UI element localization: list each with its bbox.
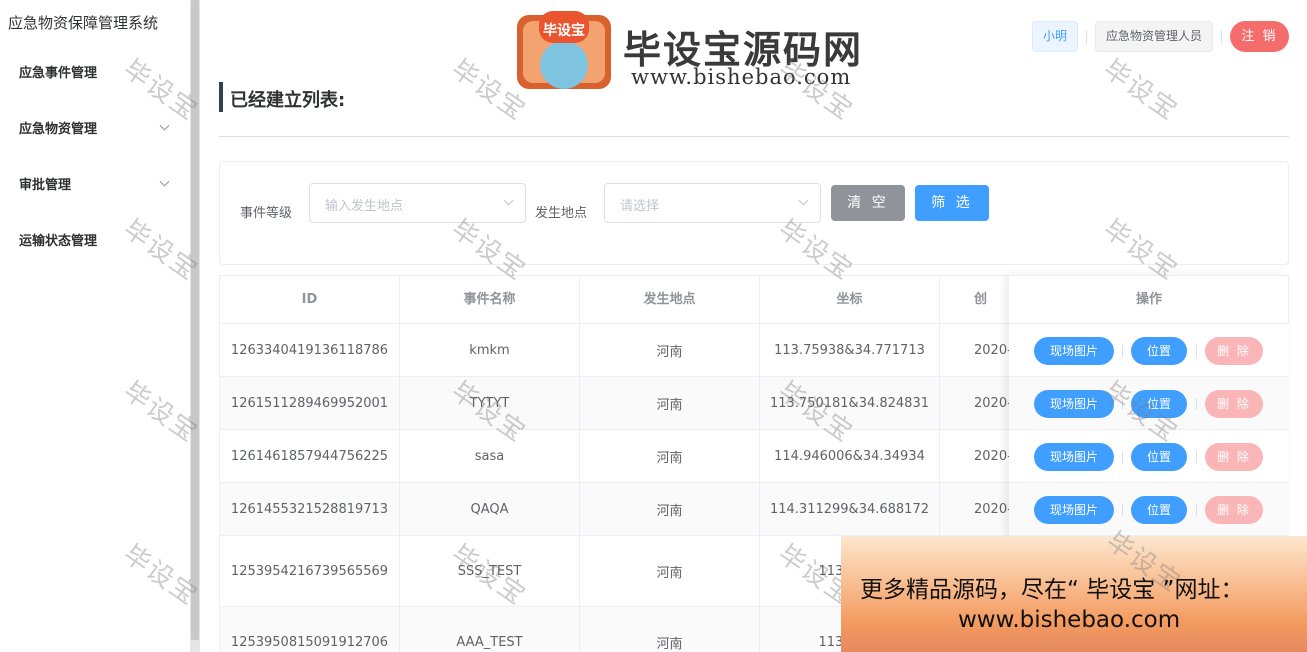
level-select[interactable]: 输入发生地点 (309, 183, 526, 223)
location-label: 发生地点 (535, 206, 588, 221)
photo-button[interactable]: 现场图片 (1034, 443, 1114, 471)
column-header-name[interactable]: 事件名称 (400, 276, 580, 324)
header-divider (1221, 30, 1222, 44)
cell-coords: 113.750181&34.824831 (760, 377, 940, 429)
cell-id: 1261455321528819713 (220, 483, 400, 535)
photo-button[interactable]: 现场图片 (1034, 390, 1114, 418)
clear-button[interactable]: 清 空 (831, 185, 905, 221)
cell-location: 河南 (580, 536, 760, 606)
cell-location: 河南 (580, 377, 760, 429)
column-header-id[interactable]: ID (220, 276, 400, 324)
divider (1122, 398, 1123, 410)
divider (1122, 504, 1123, 516)
role-tag: 应急物资管理人员 (1095, 21, 1214, 52)
cell-name: sasa (400, 430, 580, 482)
delete-button[interactable]: 删 除 (1205, 443, 1263, 471)
filter-button[interactable]: 筛 选 (915, 185, 989, 221)
cell-location: 河南 (580, 607, 760, 652)
cell-id: 1253954216739565569 (220, 536, 400, 606)
cell-id: 1253950815091912706 (220, 607, 400, 652)
chevron-down-icon (159, 176, 170, 187)
sidebar: 应急物资保障管理系统 应急事件管理 应急物资管理 审批管理 运输状态管理 (0, 0, 190, 652)
logo-badge-icon: 毕设宝 (517, 11, 611, 89)
divider (1196, 398, 1197, 410)
scrollbar-thumb[interactable] (191, 0, 199, 640)
sidebar-item-transport-status[interactable]: 运输状态管理 (0, 211, 190, 267)
app-title: 应急物资保障管理系统 (8, 14, 159, 32)
ops-row: 现场图片 位置 删 除 (1009, 483, 1289, 536)
site-logo: 毕设宝 毕设宝源码网 www.bishebao.com (515, 5, 895, 101)
user-name-tag[interactable]: 小明 (1032, 21, 1079, 52)
promo-banner: 毕设宝 更多精品源码，尽在“ 毕设宝 ”网址： www.bishebao.com (841, 526, 1307, 652)
column-header-coords[interactable]: 坐标 (760, 276, 940, 324)
promo-text: 更多精品源码，尽在“ 毕设宝 ”网址： (860, 577, 1244, 603)
ops-row: 现场图片 位置 删 除 (1009, 430, 1289, 483)
cell-location: 河南 (580, 430, 760, 482)
divider (1122, 451, 1123, 463)
divider (1196, 345, 1197, 357)
cell-name: SSS_TEST (400, 536, 580, 606)
level-label: 事件等级 (240, 206, 293, 221)
app-root: 应急物资保障管理系统 应急事件管理 应急物资管理 审批管理 运输状态管理 毕设宝… (0, 0, 1307, 652)
chevron-down-icon (798, 195, 809, 206)
ops-column: 操作 现场图片 位置 删 除 现场图片 位置 删 除 现场图片 位置 删 除 现… (1009, 275, 1289, 537)
photo-button[interactable]: 现场图片 (1034, 337, 1114, 365)
divider (1196, 451, 1197, 463)
cell-id: 1261511289469952001 (220, 377, 400, 429)
divider (1122, 345, 1123, 357)
sidebar-item-label: 审批管理 (19, 177, 72, 193)
column-header-ops: 操作 (1009, 276, 1289, 324)
page-title: 已经建立列表: (230, 90, 346, 111)
sidebar-item-label: 运输状态管理 (19, 233, 98, 249)
cell-id: 1263340419136118786 (220, 324, 400, 376)
chevron-down-icon (503, 195, 514, 206)
svg-text:毕设宝: 毕设宝 (543, 22, 585, 39)
delete-button[interactable]: 删 除 (1205, 496, 1263, 524)
position-button[interactable]: 位置 (1131, 337, 1187, 365)
cell-name: AAA_TEST (400, 607, 580, 652)
ops-row: 现场图片 位置 删 除 (1009, 324, 1289, 377)
sidebar-item-event-management[interactable]: 应急事件管理 (0, 43, 190, 99)
cell-name: kmkm (400, 324, 580, 376)
cell-coords: 114.311299&34.688172 (760, 483, 940, 535)
position-button[interactable]: 位置 (1131, 443, 1187, 471)
sidebar-scrollbar[interactable] (190, 0, 200, 652)
location-select[interactable]: 请选择 (604, 183, 821, 223)
cell-coords: 113.75938&34.771713 (760, 324, 940, 376)
divider (1196, 504, 1197, 516)
logo-url: www.bishebao.com (631, 65, 852, 89)
cell-location: 河南 (580, 483, 760, 535)
position-button[interactable]: 位置 (1131, 390, 1187, 418)
cell-name: TYTYT (400, 377, 580, 429)
sidebar-item-label: 应急物资管理 (19, 121, 98, 137)
level-placeholder: 输入发生地点 (325, 199, 404, 214)
delete-button[interactable]: 删 除 (1205, 390, 1263, 418)
cell-location: 河南 (580, 324, 760, 376)
sidebar-item-approval-management[interactable]: 审批管理 (0, 155, 190, 211)
sidebar-item-label: 应急事件管理 (19, 65, 98, 81)
divider (219, 136, 1289, 137)
location-placeholder: 请选择 (620, 199, 660, 214)
position-button[interactable]: 位置 (1131, 496, 1187, 524)
cell-name: QAQA (400, 483, 580, 535)
cell-coords: 114.946006&34.34934 (760, 430, 940, 482)
header-divider (1086, 30, 1087, 44)
chevron-down-icon (159, 120, 170, 131)
cell-id: 1261461857944756225 (220, 430, 400, 482)
watermark: 毕设宝 (1097, 54, 1184, 127)
logout-button[interactable]: 注 销 (1230, 21, 1289, 52)
sidebar-item-material-management[interactable]: 应急物资管理 (0, 99, 190, 155)
title-accent-bar (219, 82, 223, 112)
delete-button[interactable]: 删 除 (1205, 337, 1263, 365)
photo-button[interactable]: 现场图片 (1034, 496, 1114, 524)
column-header-location[interactable]: 发生地点 (580, 276, 760, 324)
filter-card: 事件等级 输入发生地点 发生地点 请选择 清 空 筛 选 (219, 161, 1289, 265)
ops-row: 现场图片 位置 删 除 (1009, 377, 1289, 430)
promo-url: www.bishebao.com (958, 607, 1181, 633)
